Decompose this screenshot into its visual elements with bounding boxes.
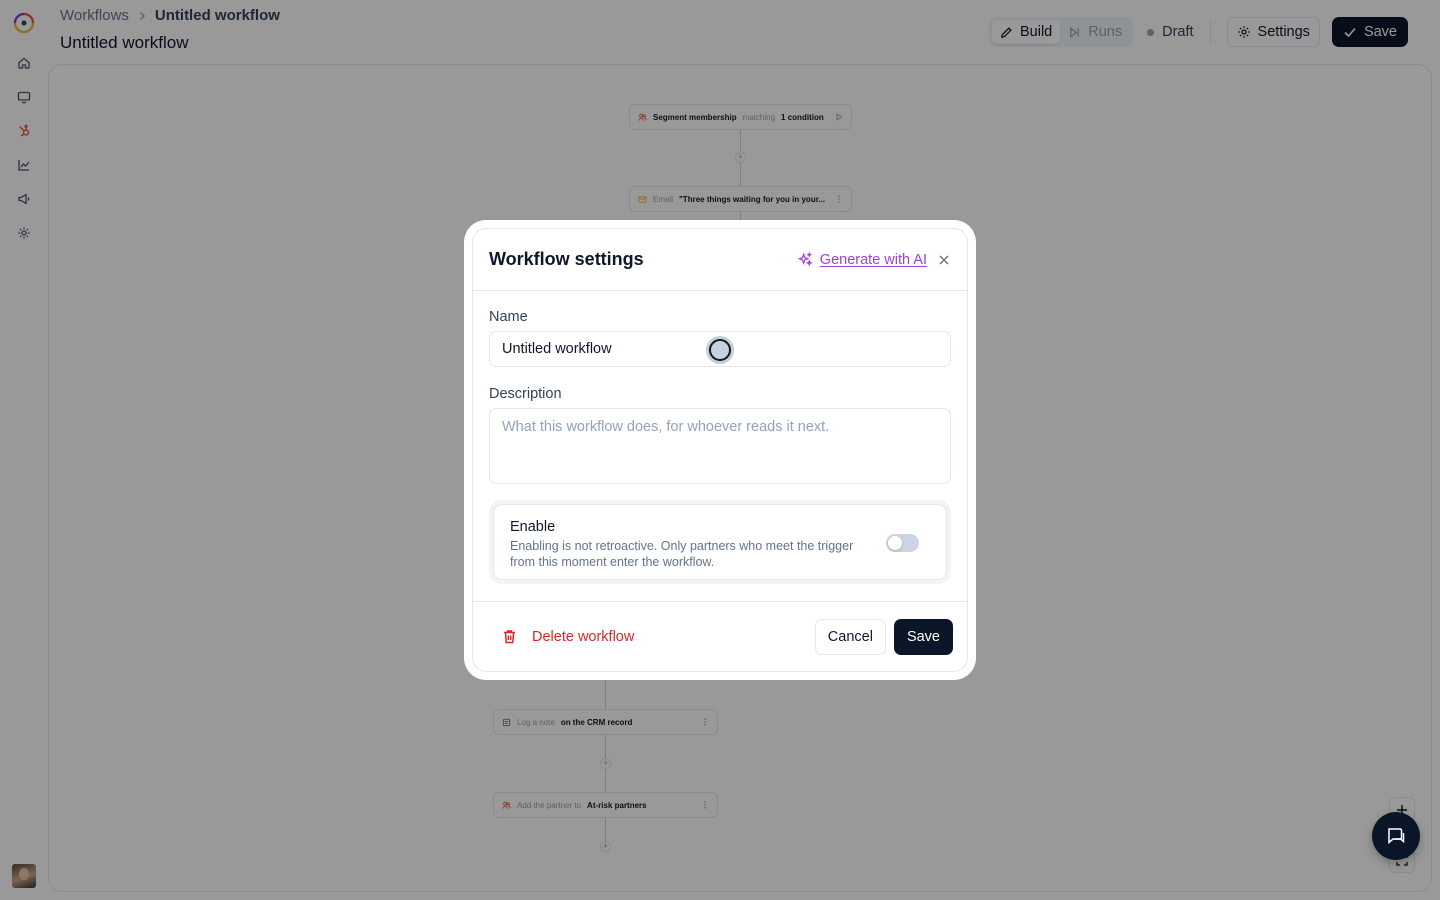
name-label: Name bbox=[489, 309, 528, 325]
dialog-footer: Delete workflow Cancel Save bbox=[473, 601, 967, 671]
dialog-save-button[interactable]: Save bbox=[893, 618, 953, 655]
dialog-header: Workflow settings Generate with AI bbox=[473, 229, 967, 291]
dialog-title: Workflow settings bbox=[489, 249, 644, 269]
trash-icon bbox=[504, 630, 515, 644]
chat-icon bbox=[1388, 828, 1405, 845]
enable-title: Enable bbox=[510, 519, 556, 535]
pointer-cursor bbox=[706, 336, 734, 364]
description-placeholder: What this workflow does, for whoever rea… bbox=[502, 419, 830, 435]
generate-with-ai-link[interactable]: Generate with AI bbox=[797, 251, 927, 268]
description-label: Description bbox=[489, 386, 562, 402]
name-input[interactable]: Untitled workflow bbox=[489, 331, 951, 367]
dialog-body: Name Untitled workflow Description What … bbox=[473, 291, 967, 584]
close-icon bbox=[939, 254, 949, 265]
enable-description: Enabling is not retroactive. Only partne… bbox=[510, 539, 854, 569]
workflow-settings-dialog: Workflow settings Generate with AI Name … bbox=[464, 220, 976, 680]
cancel-button[interactable]: Cancel bbox=[814, 618, 886, 655]
chat-launcher-button[interactable] bbox=[1372, 812, 1420, 860]
enable-toggle[interactable] bbox=[886, 534, 919, 552]
dialog-panel: Workflow settings Generate with AI Name … bbox=[472, 228, 968, 672]
delete-workflow-label: Delete workflow bbox=[532, 628, 635, 645]
enable-section: Enable Enabling is not retroactive. Only… bbox=[489, 500, 951, 584]
delete-workflow-button[interactable]: Delete workflow bbox=[489, 628, 634, 645]
close-button[interactable] bbox=[937, 253, 951, 267]
generate-with-ai-label: Generate with AI bbox=[819, 251, 927, 268]
description-textarea[interactable]: What this workflow does, for whoever rea… bbox=[489, 408, 951, 484]
enable-card: Enable Enabling is not retroactive. Only… bbox=[493, 504, 947, 580]
name-input-value: Untitled workflow bbox=[502, 341, 612, 357]
sparkles-icon bbox=[797, 252, 813, 267]
